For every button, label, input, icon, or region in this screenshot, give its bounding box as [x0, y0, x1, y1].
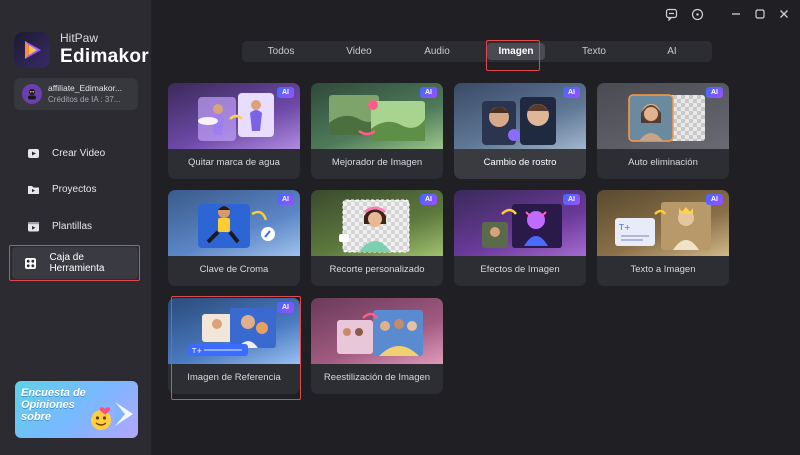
survey-emoji-icon [91, 402, 133, 430]
sidebar: HitPaw Edimakor affiliate_Edimakor... Cr… [0, 0, 152, 455]
tab-texto[interactable]: Texto [555, 41, 633, 62]
sidebar-item-label: Plantillas [52, 220, 93, 232]
tool-card-label: Cambio de rostro [483, 157, 557, 168]
sidebar-item-crear-video[interactable]: Crear Video [14, 139, 138, 167]
ai-badge: AI [277, 87, 294, 98]
brand-top: HitPaw [60, 31, 99, 45]
tool-card-label: Quitar marca de agua [188, 157, 280, 168]
tool-card-label: Texto a Imagen [630, 264, 696, 275]
tool-card-mejorador[interactable]: AI Mejorador de Imagen [311, 83, 443, 179]
tab-ai[interactable]: AI [633, 41, 711, 62]
survey-promo-banner[interactable]: Encuesta de Opiniones sobre [15, 381, 138, 438]
user-credits: Créditos de IA : 37... [48, 95, 121, 104]
ai-badge: AI [706, 87, 723, 98]
tool-card-texto-imagen[interactable]: T+ AI Texto a Imagen [597, 190, 729, 286]
avatar [22, 84, 42, 104]
tab-todos[interactable]: Todos [242, 41, 320, 62]
tab-audio[interactable]: Audio [398, 41, 476, 62]
tab-imagen[interactable]: Imagen [487, 43, 545, 60]
ai-badge: AI [706, 194, 723, 205]
info-icon[interactable] [690, 7, 704, 21]
category-tabs: Todos Video Audio Imagen Texto AI [242, 41, 712, 62]
ai-badge: AI [420, 87, 437, 98]
tool-card-label: Imagen de Referencia [187, 372, 281, 383]
minimize-icon[interactable] [729, 7, 743, 21]
tab-video[interactable]: Video [320, 41, 398, 62]
svg-text:T+: T+ [618, 223, 631, 232]
tool-card-efectos[interactable]: AI Efectos de Imagen [454, 190, 586, 286]
video-icon [26, 146, 40, 160]
sidebar-item-label: Proyectos [52, 183, 97, 195]
sidebar-item-proyectos[interactable]: Proyectos [14, 175, 138, 203]
feedback-icon[interactable] [664, 7, 678, 21]
ai-badge: AI [563, 87, 580, 98]
tool-card-quitar-marca[interactable]: AI Quitar marca de agua [168, 83, 300, 179]
tool-card-label: Mejorador de Imagen [331, 157, 423, 168]
svg-text:T+: T+ [191, 347, 202, 355]
tool-card-label: Clave de Croma [199, 264, 269, 275]
sidebar-item-label: Crear Video [52, 147, 106, 159]
tool-card-clave-croma[interactable]: AI Clave de Croma [168, 190, 300, 286]
toolbox-icon [24, 256, 37, 270]
tool-card-recorte[interactable]: AI Recorte personalizado [311, 190, 443, 286]
sidebar-item-label: Caja de Herramienta [49, 252, 105, 274]
tool-card-label: Reestilización de Imagen [323, 372, 431, 383]
tool-thumbnail [311, 298, 443, 364]
ai-badge: AI [563, 194, 580, 205]
tool-card-reestilizacion[interactable]: Reestilización de Imagen [311, 298, 443, 394]
tool-card-label: Efectos de Imagen [480, 264, 560, 275]
edimakor-logo-icon[interactable] [14, 32, 50, 68]
tool-card-label: Auto eliminación [628, 157, 698, 168]
template-icon [26, 219, 40, 233]
ai-badge: AI [420, 194, 437, 205]
tool-card-label: Recorte personalizado [329, 264, 425, 275]
brand-main: Edimakor [60, 46, 149, 67]
sidebar-item-plantillas[interactable]: Plantillas [14, 212, 138, 240]
ai-badge: AI [277, 194, 294, 205]
close-icon[interactable] [777, 7, 791, 21]
sidebar-item-caja-de-herramienta[interactable]: Caja de Herramienta [12, 247, 138, 279]
tool-card-imagen-referencia[interactable]: T+ AI Imagen de Referencia [168, 298, 300, 394]
tool-card-cambio-rostro[interactable]: AI Cambio de rostro [454, 83, 586, 179]
user-card[interactable]: affiliate_Edimakor... Créditos de IA : 3… [14, 78, 138, 110]
ai-badge: AI [277, 302, 294, 313]
maximize-icon[interactable] [753, 7, 767, 21]
user-name: affiliate_Edimakor... [48, 83, 123, 93]
tool-card-auto-eliminacion[interactable]: AI Auto eliminación [597, 83, 729, 179]
folder-icon [26, 182, 40, 196]
